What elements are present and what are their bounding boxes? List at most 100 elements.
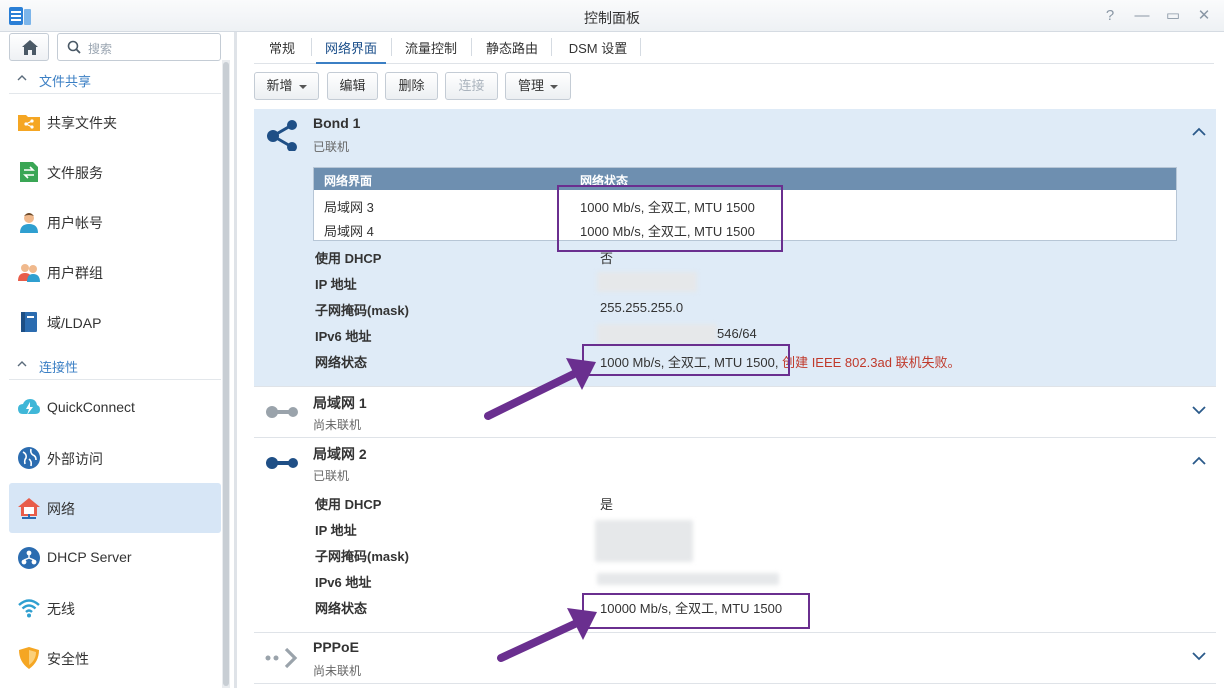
sidebar-scrollbar[interactable] <box>222 60 230 688</box>
chevron-up-icon[interactable] <box>1192 127 1206 137</box>
chevron-down-icon[interactable] <box>1192 405 1206 415</box>
tab-separator <box>640 38 641 56</box>
chevron-down-icon[interactable] <box>1192 651 1206 661</box>
tab-general[interactable]: 常规 <box>254 32 310 64</box>
sidebar-item-security[interactable]: 安全性 <box>9 633 221 683</box>
ipv6-value-suffix: 546/64 <box>717 326 757 341</box>
minimize-icon[interactable]: — <box>1132 6 1152 26</box>
interface-panel-lan1[interactable]: 局域网 1 尚未联机 <box>254 387 1216 438</box>
section-file-sharing[interactable]: 文件共享 <box>9 64 221 94</box>
network-icon <box>18 498 40 519</box>
sidebar-item-label: 外部访问 <box>47 451 103 467</box>
interface-panel-pppoe[interactable]: PPPoE 尚未联机 <box>254 633 1216 684</box>
home-button[interactable] <box>9 33 49 61</box>
close-icon[interactable]: ✕ <box>1194 6 1214 26</box>
tab-traffic-control[interactable]: 流量控制 <box>396 32 466 64</box>
connected-port-icon <box>266 457 298 469</box>
highlight-box-bond-members <box>557 185 783 252</box>
interface-status: 尚未联机 <box>313 418 362 432</box>
scrollbar-thumb[interactable] <box>223 62 229 686</box>
manage-button[interactable]: 管理 <box>505 72 571 100</box>
sidebar-item-label: 安全性 <box>47 651 89 667</box>
tab-static-route[interactable]: 静态路由 <box>478 32 546 64</box>
tab-separator <box>471 38 472 56</box>
interface-status: 已联机 <box>313 469 350 483</box>
sidebar-item-shared-folder[interactable]: 共享文件夹 <box>9 97 221 147</box>
interface-name: 局域网 1 <box>313 395 367 411</box>
tab-separator <box>311 38 312 56</box>
sidebar-item-label: 无线 <box>47 601 75 617</box>
edit-button[interactable]: 编辑 <box>327 72 378 100</box>
create-label: 新增 <box>266 78 293 93</box>
interface-name: PPPoE <box>313 639 359 655</box>
shield-icon <box>19 647 39 669</box>
sidebar-item-file-services[interactable]: 文件服务 <box>9 147 221 197</box>
sidebar-item-quickconnect[interactable]: QuickConnect <box>9 383 221 433</box>
sidebar-item-label: 用户群组 <box>47 265 103 281</box>
dhcp-value: 是 <box>600 497 614 512</box>
sidebar-item-domain-ldap[interactable]: 域/LDAP <box>9 297 221 347</box>
ipv6-label: IPv6 地址 <box>315 329 372 344</box>
ipv6-value-redacted <box>597 573 779 585</box>
highlight-box-lan2-status <box>582 593 810 629</box>
ip-label: IP 地址 <box>315 277 357 292</box>
help-icon[interactable]: ? <box>1100 6 1120 26</box>
table-cell: 局域网 3 <box>324 200 374 215</box>
group-icon <box>18 264 40 282</box>
search-input[interactable]: 搜索 <box>57 33 221 61</box>
delete-button[interactable]: 删除 <box>385 72 438 100</box>
sidebar-item-label: 共享文件夹 <box>47 115 117 131</box>
search-icon <box>67 40 81 54</box>
ip-value-redacted <box>597 272 697 292</box>
column-header-interface[interactable]: 网络界面 <box>324 172 372 189</box>
net-status-error: 创建 IEEE 802.3ad 联机失败。 <box>782 355 961 370</box>
file-services-icon <box>20 162 38 182</box>
tab-network-interface[interactable]: 网络界面 <box>316 32 386 64</box>
sidebar-item-label: 网络 <box>47 501 75 517</box>
sidebar-item-label: QuickConnect <box>47 399 135 415</box>
sidebar-item-wireless[interactable]: 无线 <box>9 583 221 633</box>
sidebar-item-external-access[interactable]: 外部访问 <box>9 433 221 483</box>
sidebar-item-network[interactable]: 网络 <box>9 483 221 533</box>
shared-folder-icon <box>18 115 40 131</box>
sidebar-item-dhcp-server[interactable]: DHCP Server <box>9 533 221 583</box>
external-access-icon <box>18 447 40 469</box>
search-placeholder: 搜索 <box>88 42 113 56</box>
section-connectivity[interactable]: 连接性 <box>9 350 221 380</box>
tab-separator <box>551 38 552 56</box>
sidebar-item-group[interactable]: 用户群组 <box>9 247 221 297</box>
interface-status: 尚未联机 <box>313 664 362 678</box>
pane-divider[interactable] <box>234 32 237 688</box>
ip-label: IP 地址 <box>315 523 357 538</box>
sidebar-item-label: 域/LDAP <box>47 315 102 331</box>
ip-value-redacted <box>595 520 693 562</box>
sidebar-item-label: 文件服务 <box>47 165 103 181</box>
pppoe-arrow-icon <box>265 647 298 669</box>
tab-dsm-settings[interactable]: DSM 设置 <box>560 32 636 64</box>
connect-button[interactable]: 连接 <box>445 72 498 100</box>
title-bar: 控制面板 ? — ▭ ✕ <box>0 0 1224 32</box>
dhcp-label: 使用 DHCP <box>315 251 382 266</box>
highlight-box-bond-status <box>582 344 790 376</box>
tab-separator <box>391 38 392 56</box>
section-label: 文件共享 <box>39 74 92 89</box>
create-button[interactable]: 新增 <box>254 72 319 100</box>
sidebar-item-user[interactable]: 用户帐号 <box>9 197 221 247</box>
mask-value: 255.255.255.0 <box>600 300 684 315</box>
disconnected-port-icon <box>266 406 298 418</box>
maximize-icon[interactable]: ▭ <box>1163 6 1183 26</box>
quickconnect-icon <box>18 399 40 415</box>
sidebar: 搜索 文件共享 共享文件夹 文件服务 用户帐号 用户群组 域/LDAP 连接性 … <box>0 32 232 688</box>
caret-down-icon <box>298 84 307 89</box>
chevron-up-icon[interactable] <box>1192 456 1206 466</box>
interface-name: Bond 1 <box>313 115 361 131</box>
sidebar-item-label: DHCP Server <box>47 549 132 565</box>
interface-status: 已联机 <box>313 140 350 154</box>
ipv6-label: IPv6 地址 <box>315 575 372 590</box>
mask-label: 子网掩码(mask) <box>315 549 409 564</box>
ipv6-value-redacted <box>597 324 717 344</box>
manage-label: 管理 <box>517 78 544 93</box>
window-title: 控制面板 <box>584 10 640 26</box>
wireless-icon <box>18 599 40 618</box>
tab-bar: 常规 网络界面 流量控制 静态路由 DSM 设置 <box>254 32 1214 64</box>
